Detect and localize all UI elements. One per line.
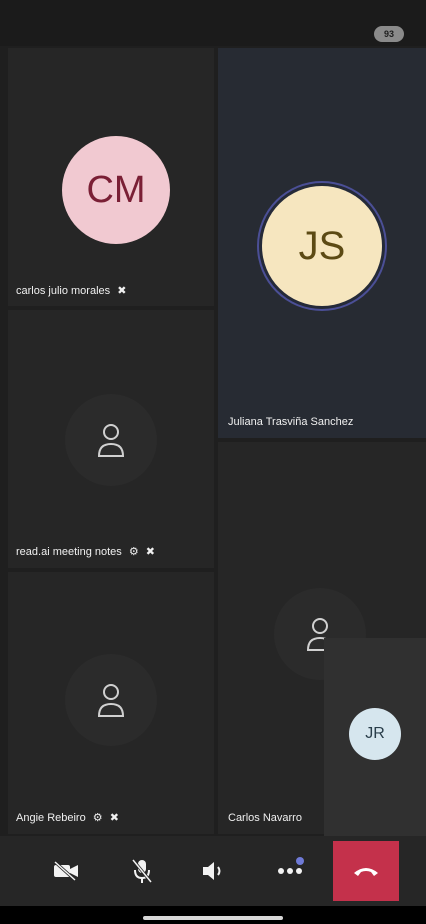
more-icon [278,868,302,874]
system-nav-bar [0,906,426,924]
person-icon [97,684,125,717]
more-options-button[interactable] [264,845,316,897]
bot-icon: ⚙ [92,812,103,824]
bot-icon: ⚙ [128,546,139,558]
camera-toggle-button[interactable] [40,845,92,897]
self-view[interactable]: JR [324,638,426,838]
avatar-initials: CM [62,136,170,244]
avatar-initials: JR [349,708,401,760]
hang-up-button[interactable] [333,841,399,901]
participant-name: Carlos Navarro [228,812,302,824]
participant-name: Juliana Trasviña Sanchez [228,416,353,428]
avatar-placeholder [65,394,157,486]
notification-dot [296,857,304,865]
avatar-initials: JS [262,186,382,306]
participant-name: read.ai meeting notes ⚙ ✖ [16,545,155,558]
participant-tile-angie[interactable]: Angie Rebeiro ⚙ ✖ [8,572,214,834]
mic-off-icon [131,859,153,883]
status-bar: 93 [0,0,426,46]
participant-name: Angie Rebeiro ⚙ ✖ [16,811,119,824]
participant-name-text: Angie Rebeiro [16,812,86,824]
participant-name: carlos julio morales ✖ [16,284,126,297]
mic-off-icon: ✖ [117,285,127,297]
home-handle[interactable] [143,916,283,920]
participant-name-text: Carlos Navarro [228,812,302,824]
person-icon [97,424,125,457]
participant-name-text: carlos julio morales [16,285,111,297]
participant-tile-cm[interactable]: CM carlos julio morales ✖ [8,48,214,306]
call-controls [0,836,426,906]
participant-name-text: read.ai meeting notes [16,546,122,558]
speaker-button[interactable] [188,845,240,897]
camera-off-icon [53,861,78,881]
mic-toggle-button[interactable] [116,845,168,897]
participant-tile-readai[interactable]: read.ai meeting notes ⚙ ✖ [8,310,214,568]
battery-indicator: 93 [374,26,404,42]
mic-off-icon: ✖ [145,546,156,558]
participant-tile-js[interactable]: JS Juliana Trasviña Sanchez [218,48,426,438]
speaker-icon [203,862,221,880]
avatar-placeholder [65,654,157,746]
hang-up-icon [354,868,378,876]
mic-off-icon: ✖ [109,812,119,824]
participant-name-text: Juliana Trasviña Sanchez [228,416,354,428]
